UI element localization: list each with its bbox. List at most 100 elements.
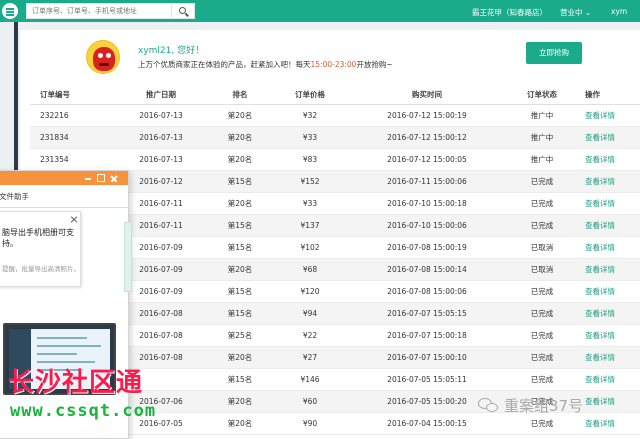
header-price: 订单价格 [295,90,325,99]
side-tab[interactable] [124,222,132,292]
cell-rank: 第20名 [227,155,253,164]
cell-promo-date: 2016-07-13 [139,111,183,120]
watermark-account: 重案组37号 [504,397,584,415]
cell-price: ¥102 [300,243,320,252]
cell-status: 已完成 [530,221,554,230]
cell-promo-date: 2016-07-11 [139,221,183,230]
cell-purchase-time: 2016-07-04 15:00:15 [387,419,467,428]
top-bar: 霸王花甲（知春路店） 营业中 ⌄ xym [0,0,640,22]
cell-promo-date: 2016-07-09 [139,287,183,296]
cell-price: ¥32 [302,111,318,120]
tip-close-icon[interactable] [70,215,78,223]
cell-price: ¥60 [302,397,318,406]
cell-rank: 第15名 [227,243,253,252]
cell-detail-link[interactable]: 查看详情 [585,149,615,171]
cell-detail-link[interactable]: 查看详情 [585,193,615,215]
cell-price: ¥27 [302,353,318,362]
cell-rank: 第15名 [227,309,253,318]
cell-promo-date: 2016-07-08 [139,353,183,362]
cell-status: 推广中 [530,133,554,142]
cell-detail-link[interactable]: 查看详情 [585,215,615,237]
table-row: 232216 2016-07-13 第20名 ¥32 2016-07-12 15:00:… [30,105,640,127]
cell-purchase-time: 2016-07-10 15:00:18 [387,199,467,208]
tip-bubble: 脑导出手机相册可支持。 提醒，批量导出高清照片。 [0,211,81,287]
shop-name: 霸王花甲（知春路店） [472,8,547,17]
cell-price: ¥22 [302,331,318,340]
cell-detail-link[interactable]: 查看详情 [585,325,615,347]
cell-status: 已完成 [530,177,554,186]
cell-detail-link[interactable]: 查看详情 [585,413,615,435]
cell-status: 已完成 [530,199,554,208]
cell-detail-link[interactable]: 查看详情 [585,369,615,391]
cell-rank: 第20名 [227,133,253,142]
cell-rank: 第15名 [227,287,253,296]
buy-now-button[interactable]: 立即抢购 [526,42,582,64]
cell-purchase-time: 2016-07-12 15:00:05 [387,155,467,164]
close-icon[interactable] [110,174,118,182]
cell-price: ¥90 [302,419,318,428]
greeting-text: xyml21, 您好！ [138,46,205,56]
cell-detail-link[interactable]: 查看详情 [585,171,615,193]
status-dropdown[interactable]: 营业中 ⌄ [560,7,591,18]
cell-promo-date: 2016-07-09 [139,265,183,274]
cell-order-id: 231834 [40,133,69,142]
header-purchase-time: 购买时间 [412,90,442,99]
cell-promo-date: 2016-07-08 [139,331,183,340]
cell-rank: 第20名 [227,199,253,208]
cell-purchase-time: 2016-07-12 15:00:12 [387,133,467,142]
search-input[interactable] [26,3,172,19]
cell-purchase-time: 2016-07-07 15:00:10 [387,353,467,362]
header-action: 操作 [585,90,600,99]
cell-promo-date: 2016-07-13 [139,155,183,164]
cell-detail-link[interactable]: 查看详情 [585,237,615,259]
cell-status: 已取消 [530,243,554,252]
cell-price: ¥94 [302,309,318,318]
cell-status: 推广中 [530,155,554,164]
table-header: 订单编号 推广日期 排名 订单价格 购买时间 订单状态 操作 [30,85,640,105]
cell-status: 已完成 [530,353,554,362]
cell-price: ¥120 [300,287,320,296]
header-order-id: 订单编号 [40,90,70,99]
minimize-icon[interactable] [84,174,92,182]
cell-status: 已完成 [530,309,554,318]
header-status: 订单状态 [527,90,557,99]
cell-detail-link[interactable]: 查看详情 [585,347,615,369]
cell-price: ¥68 [302,265,318,274]
table-row: 231354 2016-07-13 第20名 ¥83 2016-07-12 15:00:… [30,149,640,171]
cell-status: 已完成 [530,331,554,340]
cell-order-id: 232216 [40,111,69,120]
cell-price: ¥83 [302,155,318,164]
tip-text: 脑导出手机相册可支持。 [2,228,74,248]
cell-promo-date: 2016-07-09 [139,243,183,252]
cell-purchase-time: 2016-07-07 15:00:18 [387,331,467,340]
cell-order-id: 231354 [40,155,69,164]
cell-price: ¥33 [302,133,318,142]
cell-detail-link[interactable]: 查看详情 [585,259,615,281]
window-titlebar [0,171,128,185]
cell-detail-link[interactable]: 查看详情 [585,127,615,149]
watermark-url: www.cssqt.com [10,401,157,421]
cell-purchase-time: 2016-07-12 15:00:19 [387,111,467,120]
cell-price: ¥137 [300,221,320,230]
user-dropdown[interactable]: xym [611,7,627,16]
cell-purchase-time: 2016-07-08 15:00:19 [387,243,467,252]
cell-detail-link[interactable]: 查看详情 [585,281,615,303]
table-row: 231834 2016-07-13 第20名 ¥33 2016-07-12 15:00:… [30,127,640,149]
search-button[interactable] [172,3,195,19]
cell-detail-link[interactable]: 查看详情 [585,105,615,127]
watermark-site-name: 长沙社区通 [8,368,144,398]
cell-purchase-time: 2016-07-10 15:00:06 [387,221,467,230]
cell-detail-link[interactable]: 查看详情 [585,391,615,413]
menu-icon[interactable] [2,3,18,19]
cell-rank: 第25名 [227,331,253,340]
promo-text: 上万个优质商家正在体验的产品，赶紧加入吧！每天15:00-23:00开放抢购~ [138,60,393,69]
cell-rank: 第20名 [227,111,253,120]
cell-detail-link[interactable]: 查看详情 [585,303,615,325]
cell-status: 已取消 [530,265,554,274]
maximize-icon[interactable] [97,174,105,182]
cell-purchase-time: 2016-07-08 15:00:14 [387,265,467,274]
cell-promo-date: 2016-07-13 [139,133,183,142]
cell-price: ¥146 [300,375,320,384]
cell-purchase-time: 2016-07-08 15:00:06 [387,287,467,296]
cell-rank: 第20名 [227,353,253,362]
